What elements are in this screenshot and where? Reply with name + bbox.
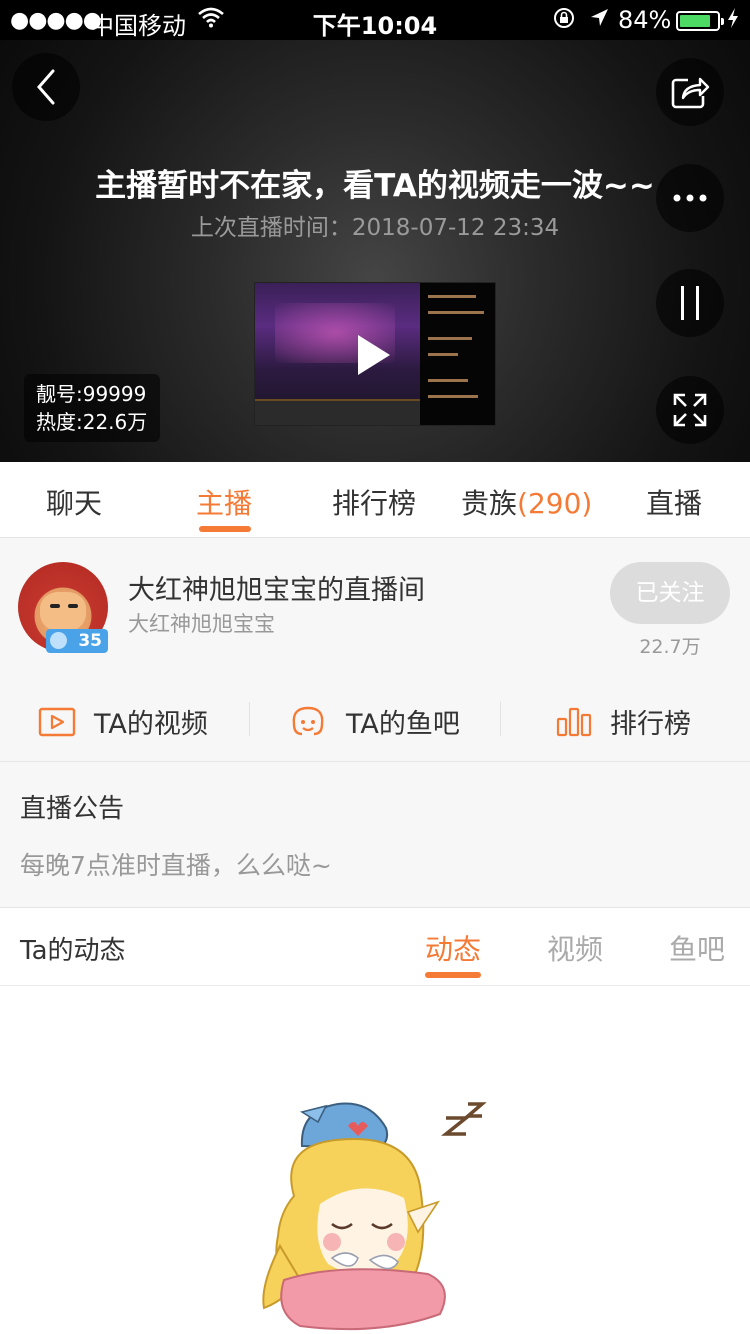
- ta-video-label: TA的视频: [94, 709, 208, 740]
- avatar-eye: [68, 604, 78, 608]
- charging-icon: [726, 6, 740, 36]
- ta-video-link[interactable]: TA的视频: [38, 702, 208, 741]
- battery-percent: 84%: [618, 6, 672, 34]
- notice-text: 每晚7点准时直播，么么哒~: [20, 851, 332, 880]
- video-player[interactable]: 主播暂时不在家，看TA的视频走一波~~ 上次直播时间：2018-07-12 23…: [0, 40, 750, 462]
- play-icon[interactable]: [358, 335, 390, 375]
- active-dynamics-indicator: [425, 972, 481, 978]
- pause-icon: [681, 286, 699, 320]
- room-tabs: 聊天 主播 排行榜 贵族(290) 直播: [0, 462, 750, 538]
- empty-state: [0, 986, 750, 1334]
- tab-videos[interactable]: 视频: [547, 928, 603, 968]
- ranking-label: 排行榜: [610, 709, 691, 740]
- level-icon: [50, 632, 67, 649]
- nobility-count: (290): [517, 487, 593, 520]
- tab-dynamics[interactable]: 动态: [425, 928, 481, 968]
- anchor-links: TA的视频 TA的鱼吧 排行榜: [0, 694, 750, 744]
- battery-fill: [680, 15, 710, 27]
- status-bar: ●●●●● 中国移动 下午10:04 84%: [0, 0, 750, 40]
- fullscreen-button[interactable]: [656, 376, 724, 444]
- divider: [500, 702, 501, 736]
- tab-anchor[interactable]: 主播: [196, 482, 252, 522]
- video-icon: [38, 707, 76, 736]
- follow-button[interactable]: 已关注: [610, 562, 730, 624]
- fishbar-icon: [292, 706, 324, 735]
- room-number: 靓号:99999: [36, 382, 147, 406]
- active-tab-indicator: [199, 526, 251, 532]
- ranking-icon: [556, 707, 592, 736]
- room-stats: 靓号:99999 热度:22.6万: [24, 374, 160, 442]
- sleeping-mascot-image: [262, 1102, 487, 1331]
- dynamics-title: Ta的动态: [20, 936, 126, 966]
- room-title: 大红神旭旭宝宝的直播间: [128, 575, 425, 606]
- battery-icon: [676, 11, 724, 31]
- pause-button[interactable]: [656, 269, 724, 337]
- dynamics-header: Ta的动态 动态 视频 鱼吧: [0, 908, 750, 986]
- level-value: 35: [78, 631, 102, 651]
- anchor-name: 大红神旭旭宝宝: [128, 612, 275, 636]
- share-icon: [671, 77, 710, 109]
- tab-live[interactable]: 直播: [646, 482, 702, 522]
- ta-fishbar-label: TA的鱼吧: [346, 709, 460, 740]
- tab-chat[interactable]: 聊天: [46, 482, 102, 522]
- rotation-lock-icon: [552, 6, 576, 36]
- last-live-time: 上次直播时间：2018-07-12 23:34: [190, 215, 560, 241]
- tab-fishbar[interactable]: 鱼吧: [669, 928, 725, 968]
- ta-fishbar-link[interactable]: TA的鱼吧: [288, 702, 460, 741]
- expand-icon: [673, 393, 707, 427]
- stream-info-panel: [420, 283, 495, 425]
- share-button[interactable]: [656, 58, 724, 126]
- back-button[interactable]: [12, 53, 80, 121]
- game-scene-image: [255, 283, 420, 425]
- heat-value: 热度:22.6万: [36, 410, 148, 434]
- more-icon: [673, 194, 707, 202]
- location-icon: [588, 6, 610, 36]
- divider: [249, 702, 250, 736]
- live-notice: 直播公告 每晚7点准时直播，么么哒~: [0, 762, 750, 908]
- avatar-face: [40, 592, 86, 632]
- more-button[interactable]: [656, 164, 724, 232]
- level-badge: 35: [46, 629, 108, 653]
- offline-title: 主播暂时不在家，看TA的视频走一波~~: [95, 168, 655, 204]
- tab-nobility[interactable]: 贵族(290): [461, 482, 592, 522]
- chevron-left-icon: [37, 69, 55, 105]
- tab-nobility-label: 贵族: [461, 487, 518, 520]
- notice-title: 直播公告: [20, 794, 125, 824]
- tab-ranking[interactable]: 排行榜: [332, 482, 416, 522]
- video-thumbnail[interactable]: [254, 282, 496, 426]
- avatar-eye: [50, 604, 60, 608]
- anchor-panel: 35 大红神旭旭宝宝的直播间 大红神旭旭宝宝 已关注 22.7万 TA的视频 T…: [0, 538, 750, 762]
- follower-count: 22.7万: [639, 636, 701, 658]
- ranking-link[interactable]: 排行榜: [556, 702, 691, 741]
